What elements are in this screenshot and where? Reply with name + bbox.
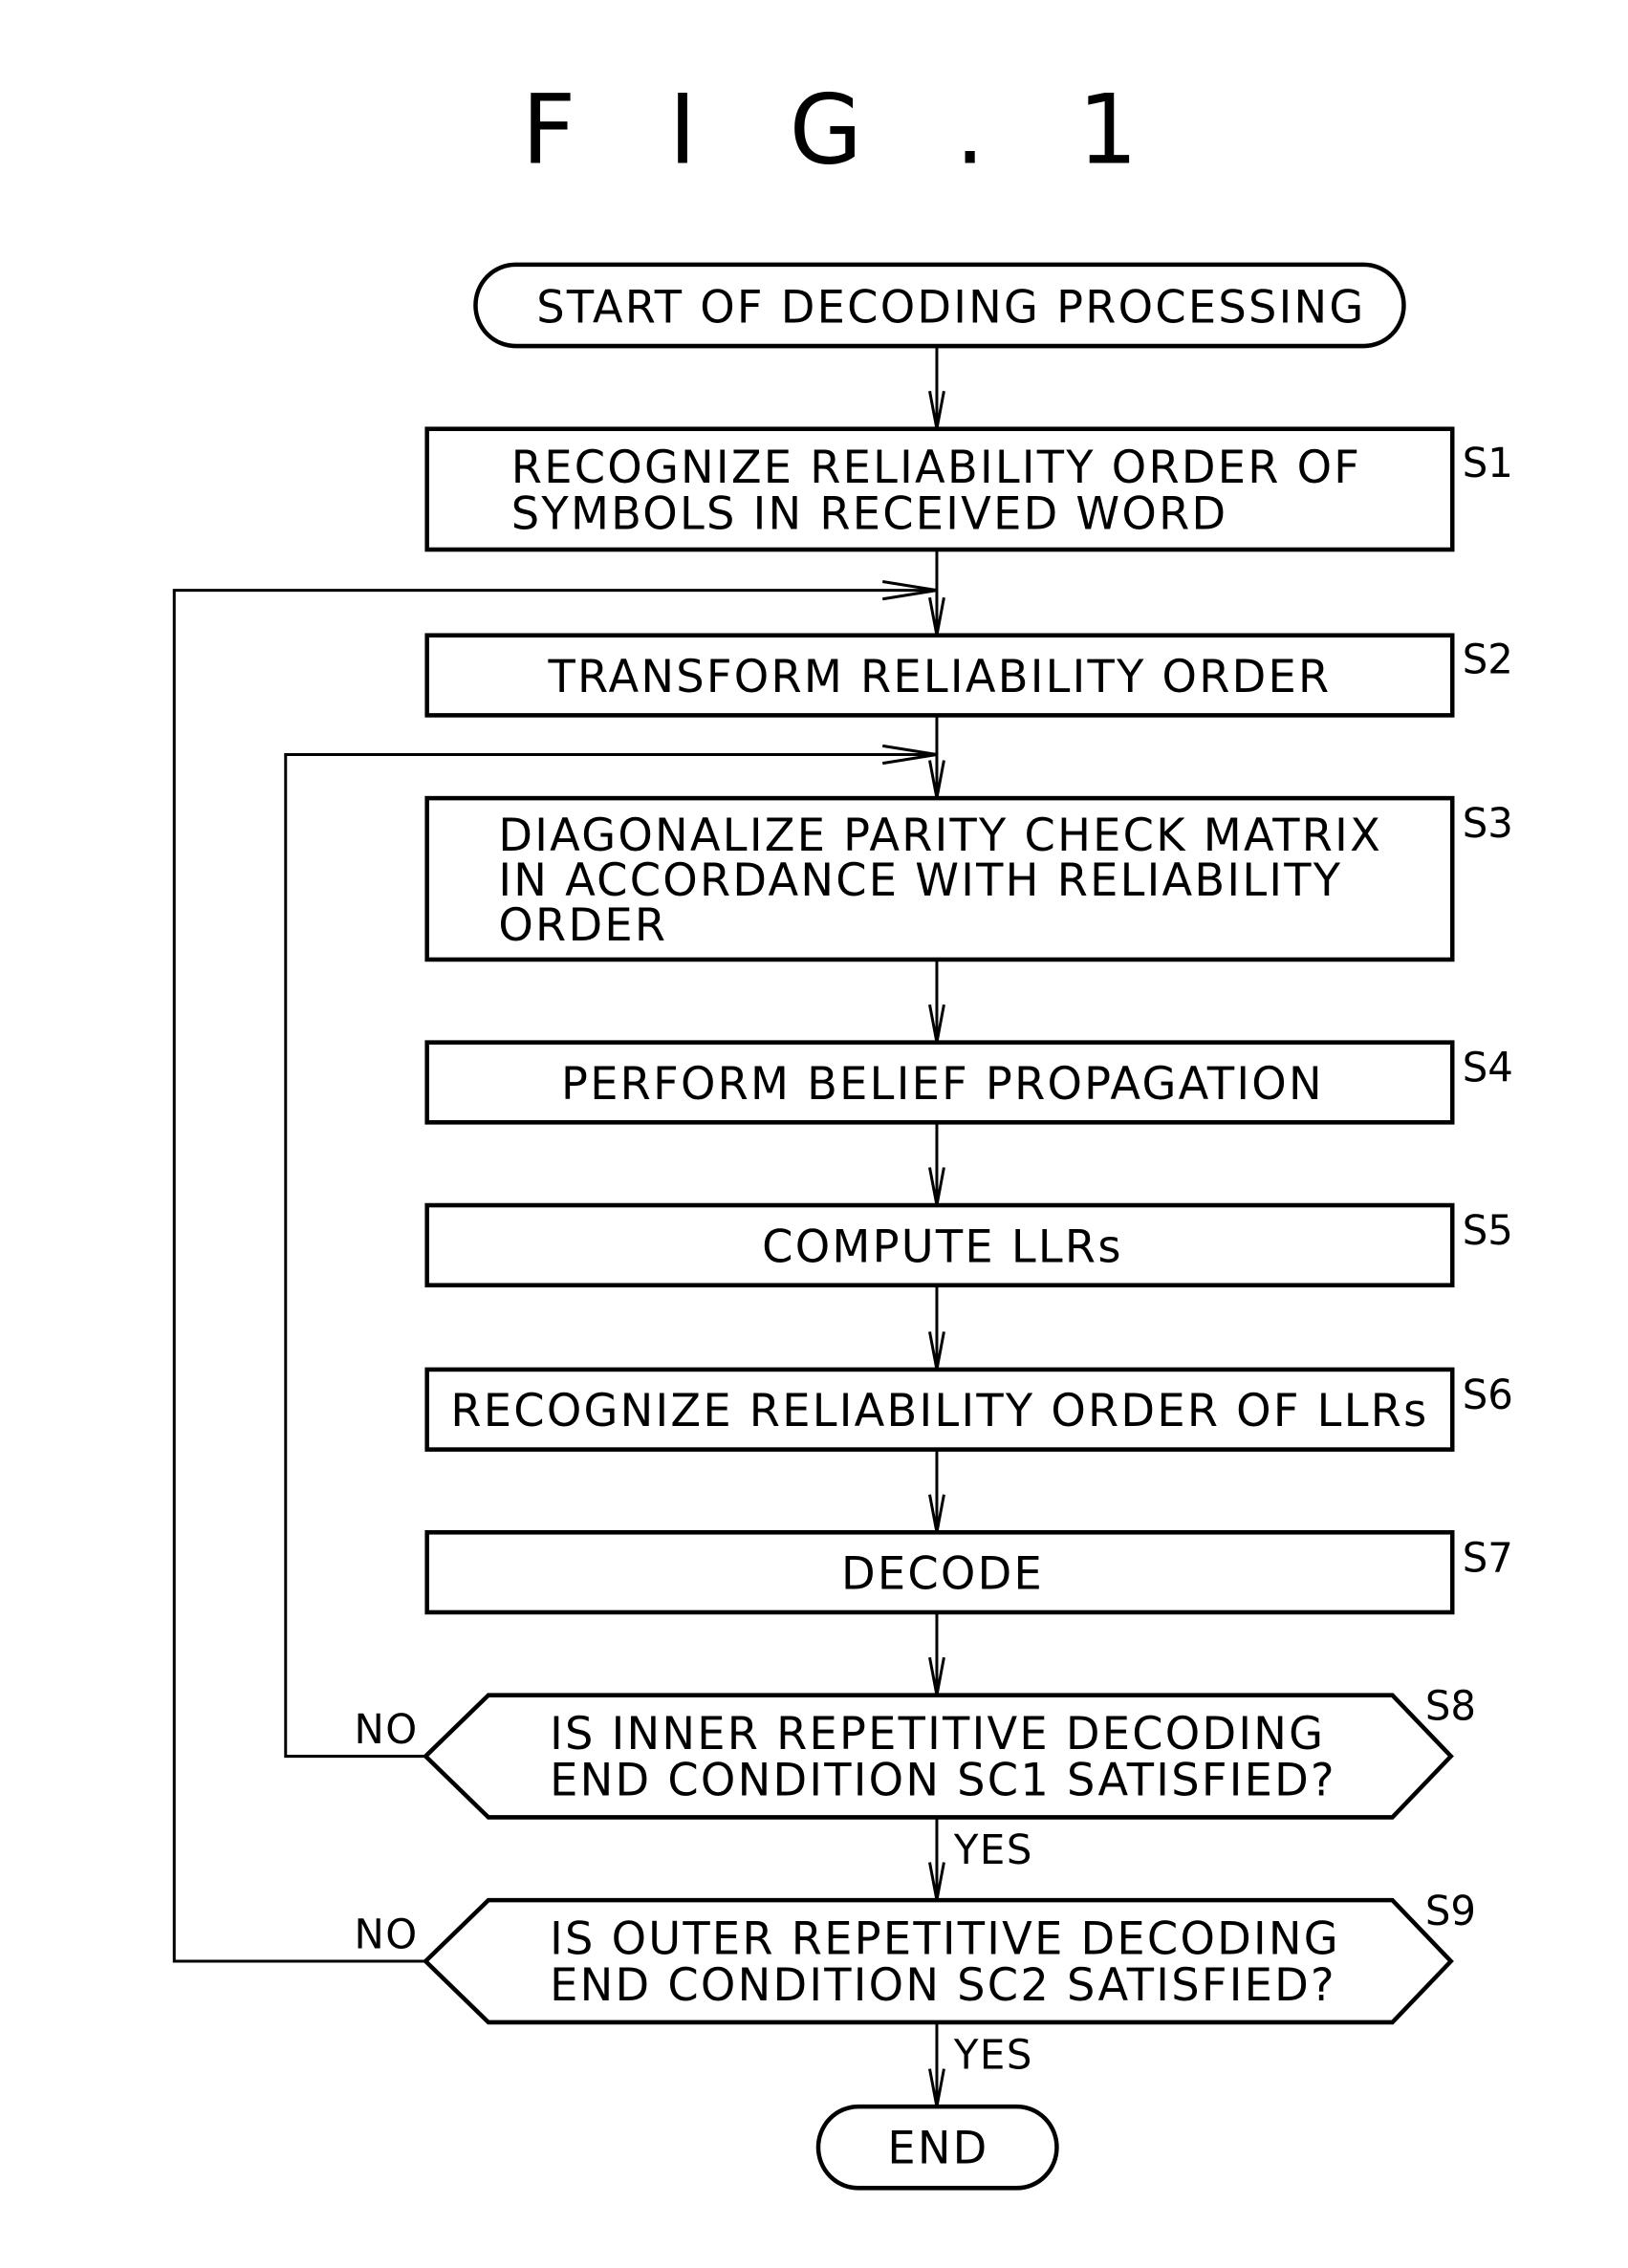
step-number: S2 xyxy=(1463,636,1513,682)
step-text-line: TRANSFORM RELIABILITY ORDER xyxy=(547,652,1331,703)
end-label: END xyxy=(887,2123,988,2174)
step-text-line: SYMBOLS IN RECEIVED WORD xyxy=(511,488,1228,540)
step-text-line: RECOGNIZE RELIABILITY ORDER OF xyxy=(511,443,1361,494)
decision-s9: IS OUTER REPETITIVE DECODING END CONDITI… xyxy=(354,1888,1476,2079)
step-s1: RECOGNIZE RELIABILITY ORDER OF SYMBOLS I… xyxy=(424,426,1513,552)
step-s5: COMPUTE LLRs S5 xyxy=(424,1202,1513,1287)
no-label: NO xyxy=(354,1911,418,1957)
step-number: S8 xyxy=(1425,1682,1476,1729)
decision-text-line: END CONDITION SC2 SATISFIED? xyxy=(550,1960,1336,2012)
no-label: NO xyxy=(354,1706,418,1753)
step-s7: DECODE S7 xyxy=(424,1530,1513,1615)
step-number: S1 xyxy=(1463,440,1513,486)
step-text-line: COMPUTE LLRs xyxy=(762,1221,1123,1273)
step-text-line: PERFORM BELIEF PROPAGATION xyxy=(561,1059,1324,1111)
step-s6: RECOGNIZE RELIABILITY ORDER OF LLRs S6 xyxy=(424,1367,1513,1452)
decision-text-line: IS INNER REPETITIVE DECODING xyxy=(550,1709,1325,1760)
step-text-line: ORDER xyxy=(498,900,667,952)
decision-s8: IS INNER REPETITIVE DECODING END CONDITI… xyxy=(354,1682,1476,1873)
yes-label: YES xyxy=(953,2031,1033,2078)
step-text-line: DECODE xyxy=(841,1548,1044,1600)
step-number: S5 xyxy=(1463,1207,1513,1254)
step-s4: PERFORM BELIEF PROPAGATION S4 xyxy=(424,1040,1513,1125)
step-text-line: RECOGNIZE RELIABILITY ORDER OF LLRs xyxy=(450,1386,1428,1437)
step-number: S7 xyxy=(1463,1534,1513,1581)
end-terminator: END xyxy=(815,2104,1059,2191)
step-number: S4 xyxy=(1463,1044,1513,1091)
step-number: S6 xyxy=(1463,1372,1513,1418)
step-number: S3 xyxy=(1463,800,1513,847)
decision-text-line: IS OUTER REPETITIVE DECODING xyxy=(550,1913,1340,1965)
step-number: S9 xyxy=(1425,1888,1476,1934)
flowchart: F I G . 1 START OF DECODING PROCESSING R… xyxy=(172,76,1513,2191)
start-terminator: START OF DECODING PROCESSING xyxy=(473,262,1406,349)
decision-text-line: END CONDITION SC1 SATISFIED? xyxy=(550,1755,1336,1806)
start-label: START OF DECODING PROCESSING xyxy=(536,282,1365,334)
figure-title: F I G . 1 xyxy=(522,76,1169,186)
step-s3: DIAGONALIZE PARITY CHECK MATRIX IN ACCOR… xyxy=(424,795,1513,962)
yes-label: YES xyxy=(953,1826,1033,1873)
step-s2: TRANSFORM RELIABILITY ORDER S2 xyxy=(424,633,1513,718)
